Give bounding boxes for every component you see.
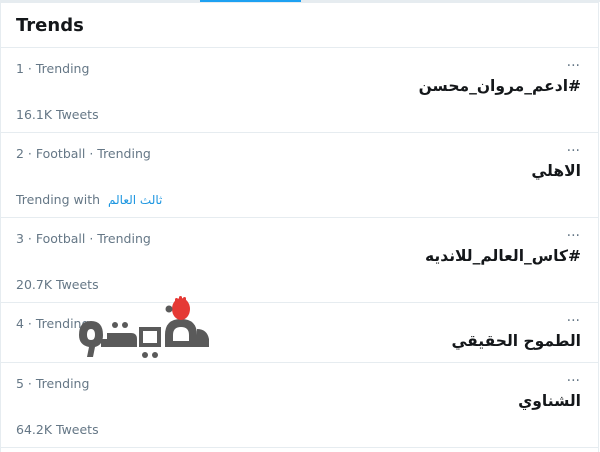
trend-title: الاهلي: [531, 162, 581, 180]
tweet-count: 16.1K Tweets: [16, 107, 99, 122]
tweet-count: 20.7K Tweets: [16, 277, 99, 292]
trending-with: Trending with ثالث العالم: [16, 192, 162, 207]
more-options-icon[interactable]: ···: [567, 58, 580, 74]
trending-with-link[interactable]: ثالث العالم: [108, 193, 162, 207]
trending-with-label: Trending with: [16, 192, 101, 207]
trend-item-2[interactable]: 2 · Football · Trending ··· الاهلي Trend…: [1, 133, 598, 218]
trend-title: #كاس_العالم_للانديه: [425, 247, 581, 265]
trend-item-1[interactable]: 1 · Trending ··· #ادعم_مروان_محسن 16.1K …: [1, 48, 598, 133]
more-options-icon[interactable]: ···: [567, 228, 580, 244]
trends-panel: Trends 1 · Trending ··· #ادعم_مروان_محسن…: [0, 2, 599, 452]
trends-title: Trends: [16, 14, 84, 36]
trend-item-5[interactable]: 5 · Trending ··· الشناوي 64.2K Tweets: [1, 363, 598, 448]
more-options-icon[interactable]: ···: [567, 373, 580, 389]
trend-item-4[interactable]: 4 · Trending ··· الطموح الحقيقي: [1, 303, 598, 363]
trend-meta: 4 · Trending: [16, 316, 90, 331]
trends-header: Trends: [1, 3, 598, 48]
trend-meta: 3 · Football · Trending: [16, 231, 151, 246]
trend-title: الطموح الحقيقي: [451, 332, 581, 350]
trend-item-3[interactable]: 3 · Football · Trending ··· #كاس_العالم_…: [1, 218, 598, 303]
trend-meta: 1 · Trending: [16, 61, 90, 76]
more-options-icon[interactable]: ···: [567, 313, 580, 329]
trend-title: الشناوي: [518, 392, 581, 410]
tweet-count: 64.2K Tweets: [16, 422, 99, 437]
more-options-icon[interactable]: ···: [567, 143, 580, 159]
trend-meta: 5 · Trending: [16, 376, 90, 391]
trend-title: #ادعم_مروان_محسن: [418, 77, 581, 95]
trend-meta: 2 · Football · Trending: [16, 146, 151, 161]
